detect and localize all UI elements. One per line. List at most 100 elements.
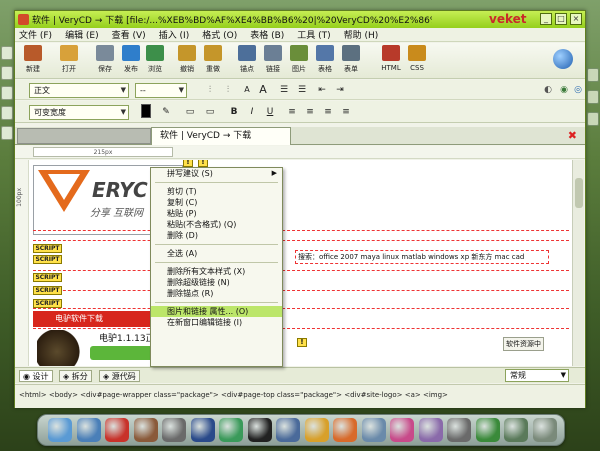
- desktop-shortcut-icon[interactable]: [1, 106, 13, 120]
- desktop-icon[interactable]: [48, 418, 72, 442]
- menu-item[interactable]: 工具 (T): [297, 28, 330, 41]
- title-bar[interactable]: 软件 | VeryCD → 下载 [file:/...%XEB%BD%AF%XE…: [15, 11, 585, 28]
- zoom-select[interactable]: 常规 ▼: [505, 369, 569, 382]
- game-icon[interactable]: [105, 418, 129, 442]
- toolbar-button[interactable]: 链接: [261, 45, 285, 74]
- unordered-list-icon[interactable]: ☰: [277, 83, 291, 97]
- warning-tag-icon[interactable]: !: [198, 160, 208, 167]
- cube-icon[interactable]: [162, 418, 186, 442]
- context-menu-item[interactable]: 全选 (A): [151, 248, 282, 259]
- desktop-shortcut-icon[interactable]: [587, 112, 599, 126]
- desktop-shortcut-icon[interactable]: [1, 66, 13, 80]
- tab-inactive[interactable]: [17, 128, 151, 144]
- toolbar-button[interactable]: 重做: [201, 45, 225, 74]
- toolbar-button[interactable]: 锚点: [235, 45, 259, 74]
- chat-icon[interactable]: [247, 418, 272, 442]
- outdent-icon[interactable]: ⇤: [315, 83, 329, 97]
- music-icon[interactable]: [475, 418, 500, 442]
- context-menu-item[interactable]: 删除超级链接 (N): [151, 277, 282, 288]
- highlight-pen-icon[interactable]: ✎: [159, 105, 173, 119]
- tab-split[interactable]: ◈ 拆分: [59, 370, 92, 382]
- desktop-icons-right[interactable]: [586, 60, 600, 134]
- script-tag-marker[interactable]: SCRIPT: [33, 273, 62, 282]
- toolbar-button[interactable]: CSS: [405, 45, 429, 72]
- toolbar-button[interactable]: 表单: [339, 45, 363, 74]
- align-justify-icon[interactable]: ≡: [339, 105, 353, 119]
- paint-icon[interactable]: [390, 418, 414, 442]
- indent-icon[interactable]: ⇥: [333, 83, 347, 97]
- toolbar-button[interactable]: 打开: [57, 45, 81, 74]
- close-button[interactable]: ×: [570, 13, 582, 25]
- font-family-select[interactable]: 可变宽度 ▼: [29, 105, 129, 120]
- context-menu-item[interactable]: 剪切 (T): [151, 186, 282, 197]
- spellcheck-icon[interactable]: ◐: [541, 83, 555, 97]
- context-menu-item[interactable]: 复制 (C): [151, 197, 282, 208]
- align-right-icon[interactable]: ≡: [321, 105, 335, 119]
- align-left-icon[interactable]: ≡: [285, 105, 299, 119]
- media-player-icon[interactable]: [190, 418, 215, 442]
- scrollbar-thumb[interactable]: [575, 178, 583, 208]
- tab-source[interactable]: ◈ 源代码: [99, 370, 140, 382]
- globe-icon[interactable]: ◎: [571, 83, 585, 97]
- decrease-font-icon[interactable]: ⫶: [203, 83, 217, 97]
- photo-icon[interactable]: [133, 418, 158, 442]
- context-menu-item[interactable]: 在新窗口编辑链接 (I): [151, 317, 282, 328]
- archive-icon[interactable]: [447, 418, 471, 442]
- maximize-button[interactable]: □: [555, 13, 567, 25]
- menu-item[interactable]: 编辑 (E): [65, 28, 99, 41]
- trash-icon[interactable]: [532, 418, 557, 442]
- ordered-list-icon[interactable]: ☰: [295, 83, 309, 97]
- warning-tag-icon[interactable]: !: [183, 160, 193, 167]
- script-tag-marker[interactable]: SCRIPT: [33, 286, 62, 295]
- toolbar-button[interactable]: 表格: [313, 45, 337, 74]
- toolbar-button[interactable]: HTML: [379, 45, 403, 72]
- underline-button[interactable]: U: [263, 105, 277, 119]
- desktop-shortcut-icon[interactable]: [587, 68, 599, 82]
- menu-item[interactable]: 表格 (B): [250, 28, 284, 41]
- context-menu-item[interactable]: 删除锚点 (R): [151, 288, 282, 299]
- font-size-select[interactable]: -- ▼: [135, 83, 187, 98]
- bold-button[interactable]: B: [227, 105, 241, 119]
- color-picker-icon[interactable]: ▭: [183, 105, 197, 119]
- increase-font-icon[interactable]: ⫶: [221, 83, 235, 97]
- context-menu-item[interactable]: 删除 (D): [151, 230, 282, 241]
- desktop-shortcut-icon[interactable]: [1, 86, 13, 100]
- document-icon[interactable]: [361, 418, 386, 442]
- menu-item[interactable]: 查看 (V): [112, 28, 146, 41]
- calendar-icon[interactable]: [333, 418, 357, 442]
- desktop-icons-left[interactable]: [0, 40, 14, 146]
- folder-icon[interactable]: [304, 418, 329, 442]
- align-center-icon[interactable]: ≡: [303, 105, 317, 119]
- toolbar-button[interactable]: 撤销: [175, 45, 199, 74]
- desktop-shortcut-icon[interactable]: [587, 90, 599, 104]
- menu-item[interactable]: 文件 (F): [19, 28, 52, 41]
- script-tag-marker[interactable]: SCRIPT: [33, 244, 62, 253]
- paragraph-style-select[interactable]: 正文 ▼: [29, 83, 129, 98]
- document-canvas[interactable]: 100px ERYC 分享 互联网 ! ! SCRIPT SCRIPT SCRI…: [15, 160, 572, 366]
- people-icon[interactable]: [276, 418, 300, 442]
- context-menu-item[interactable]: 图片和链接 属性... (O): [151, 306, 282, 317]
- tab-active-document[interactable]: 软件 | VeryCD → 下载: [151, 127, 291, 145]
- italic-button[interactable]: I: [245, 105, 259, 119]
- monitor-icon[interactable]: [76, 418, 101, 442]
- browser-globe-icon[interactable]: [553, 49, 573, 69]
- network-icon[interactable]: [219, 418, 243, 442]
- toolbar-button[interactable]: 图片: [287, 45, 311, 74]
- context-menu-item[interactable]: 粘贴(不含格式) (Q): [151, 219, 282, 230]
- script-tag-marker[interactable]: SCRIPT: [33, 299, 62, 308]
- warning-tag-icon[interactable]: !: [297, 338, 307, 347]
- context-menu-item[interactable]: 粘贴 (P): [151, 208, 282, 219]
- desktop-shortcut-icon[interactable]: [1, 46, 13, 60]
- context-menu-item[interactable]: 删除所有文本样式 (X): [151, 266, 282, 277]
- smaller-text-icon[interactable]: A: [240, 83, 254, 97]
- toolbar-button[interactable]: 发布: [119, 45, 143, 74]
- toolbar-button[interactable]: 新建: [21, 45, 45, 74]
- vertical-scrollbar[interactable]: [572, 160, 584, 366]
- resource-tab-label[interactable]: 软件资源中: [503, 337, 544, 351]
- element-path-breadcrumb[interactable]: <html> <body> <div#page-wrapper class="p…: [19, 391, 448, 399]
- context-menu-item[interactable]: 拼写建议 (S) ▶: [151, 168, 282, 179]
- color-picker-icon-2[interactable]: ▭: [203, 105, 217, 119]
- toolbar-button[interactable]: 浏览: [143, 45, 167, 74]
- menu-item[interactable]: 帮助 (H): [344, 28, 379, 41]
- menu-item[interactable]: 格式 (O): [202, 28, 237, 41]
